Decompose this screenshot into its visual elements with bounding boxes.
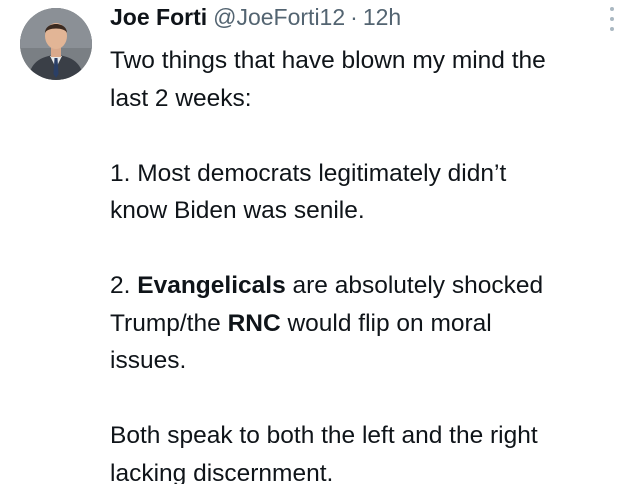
text-line: last 2 weeks: <box>110 84 252 112</box>
more-options-icon[interactable] <box>605 4 619 34</box>
text-line: 1. Most democrats legitimately didn’t <box>110 159 507 187</box>
text-line: Both speak to both the left and the righ… <box>110 422 538 449</box>
profile-photo-icon <box>20 8 92 80</box>
tweet-text: Two things that have blown my mind the l… <box>110 42 620 484</box>
timestamp[interactable]: 12h <box>363 0 401 34</box>
header-separator: · <box>350 4 358 30</box>
tweet-content: Joe Forti @JoeForti12 · 12h Two things t… <box>110 0 620 484</box>
text-line: Trump/the RNC would flip on moral <box>110 305 620 343</box>
text-segment: Trump/the <box>110 309 228 337</box>
text-line: 2. Evangelicals are absolutely shocked <box>110 267 620 305</box>
text-line: lacking discernment. <box>110 459 334 484</box>
author-name[interactable]: Joe Forti <box>110 0 207 34</box>
text-line: Two things that have blown my mind the <box>110 47 546 74</box>
text-segment: 2. <box>110 272 138 299</box>
avatar[interactable] <box>20 8 92 80</box>
bold-text: RNC <box>227 309 281 337</box>
text-line: know Biden was senile. <box>110 197 365 224</box>
author-handle[interactable]: @JoeForti12 <box>213 0 345 34</box>
tweet-header: Joe Forti @JoeForti12 · 12h <box>110 0 620 34</box>
bold-text: Evangelicals <box>137 272 286 299</box>
text-line: issues. <box>110 347 187 374</box>
text-segment: would flip on moral <box>280 309 492 337</box>
tweet: Joe Forti @JoeForti12 · 12h Two things t… <box>0 0 638 484</box>
text-segment: are absolutely shocked <box>285 272 544 299</box>
